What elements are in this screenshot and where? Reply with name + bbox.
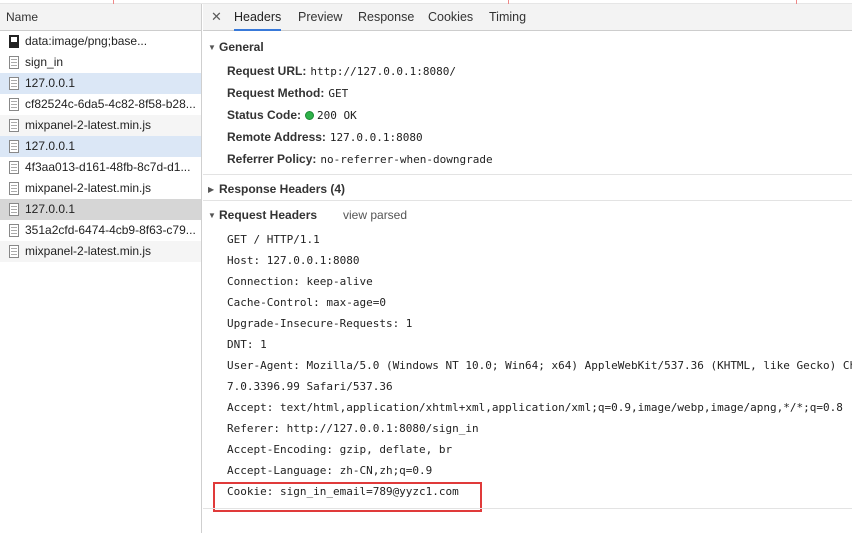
request-list-item[interactable]: cf82524c-6da5-4c82-8f58-b28... — [0, 94, 201, 115]
close-icon[interactable]: ✕ — [211, 10, 222, 24]
request-list-panel: Name data:image/png;base... sign_in 127.0.… — [0, 4, 202, 533]
request-list-item[interactable]: mixpanel-2-latest.min.js — [0, 115, 201, 136]
collapsed-triangle-icon: ▶ — [208, 185, 215, 194]
document-file-icon — [9, 56, 19, 69]
document-file-icon — [9, 77, 19, 90]
request-details-panel: ✕ Headers Preview Response Cookies Timin… — [203, 4, 852, 533]
request-method-value: GET — [328, 87, 349, 100]
request-header-line: User-Agent: Mozilla/5.0 (Windows NT 10.0… — [227, 359, 852, 372]
document-file-icon — [9, 245, 19, 258]
request-header-line: Host: 127.0.0.1:8080 — [227, 254, 360, 267]
expanded-triangle-icon: ▼ — [208, 43, 216, 52]
request-list-item[interactable]: mixpanel-2-latest.min.js — [0, 241, 201, 262]
section-divider — [203, 174, 852, 175]
referrer-policy-label: Referrer Policy: — [227, 152, 317, 166]
request-name: data:image/png;base... — [25, 34, 148, 48]
expanded-triangle-icon: ▼ — [208, 211, 216, 220]
request-list-item[interactable]: sign_in — [0, 52, 201, 73]
request-url-label: Request URL: — [227, 64, 307, 78]
request-list-item[interactable]: 127.0.0.1 — [0, 199, 201, 220]
request-header-line: 7.0.3396.99 Safari/537.36 — [227, 380, 393, 393]
tab-cookies[interactable]: Cookies — [428, 4, 473, 31]
request-name: cf82524c-6da5-4c82-8f58-b28... — [25, 97, 196, 111]
document-file-icon — [9, 203, 19, 216]
request-header-line: Accept: text/html,application/xhtml+xml,… — [227, 401, 843, 414]
referrer-policy-value: no-referrer-when-downgrade — [320, 153, 493, 166]
view-parsed-link[interactable]: view parsed — [343, 208, 407, 222]
request-header-line: GET / HTTP/1.1 — [227, 233, 320, 246]
request-name: mixpanel-2-latest.min.js — [25, 244, 152, 258]
request-url-row: Request URL: http://127.0.0.1:8080/ — [227, 64, 456, 78]
request-headers-title: Request Headers — [219, 208, 318, 222]
request-header-line: Accept-Language: zh-CN,zh;q=0.9 — [227, 464, 433, 477]
request-list-item[interactable]: mixpanel-2-latest.min.js — [0, 178, 201, 199]
remote-address-value: 127.0.0.1:8080 — [329, 131, 423, 144]
referrer-policy-row: Referrer Policy: no-referrer-when-downgra… — [227, 152, 493, 166]
image-file-icon — [9, 35, 19, 48]
document-file-icon — [9, 140, 19, 153]
request-name: mixpanel-2-latest.min.js — [25, 118, 152, 132]
request-list-item[interactable]: data:image/png;base... — [0, 31, 201, 52]
request-header-line: Referer: http://127.0.0.1:8080/sign_in — [227, 422, 479, 435]
request-list-item[interactable]: 127.0.0.1 — [0, 73, 201, 94]
status-code-value: 200 OK — [317, 109, 357, 122]
request-name: 127.0.0.1 — [25, 76, 76, 90]
request-list-item[interactable]: 351a2cfd-6474-4cb9-8f63-c79... — [0, 220, 201, 241]
tab-preview[interactable]: Preview — [298, 4, 342, 31]
request-header-line: Cache-Control: max-age=0 — [227, 296, 386, 309]
section-divider — [203, 508, 852, 509]
section-divider — [203, 200, 852, 201]
request-list: data:image/png;base... sign_in 127.0.0.1 cf… — [0, 31, 201, 262]
request-url-value: http://127.0.0.1:8080/ — [310, 65, 457, 78]
request-header-line: Upgrade-Insecure-Requests: 1 — [227, 317, 413, 330]
request-name: 127.0.0.1 — [25, 202, 76, 216]
name-column-header[interactable]: Name — [0, 4, 201, 31]
request-header-line: Connection: keep-alive — [227, 275, 373, 288]
request-name: 351a2cfd-6474-4cb9-8f63-c79... — [25, 223, 196, 237]
status-ok-icon — [305, 111, 315, 120]
status-code-row: Status Code: 200 OK — [227, 108, 357, 122]
document-file-icon — [9, 161, 19, 174]
request-header-line: DNT: 1 — [227, 338, 267, 351]
general-section-title: General — [219, 40, 264, 54]
request-name: 127.0.0.1 — [25, 139, 76, 153]
tab-timing[interactable]: Timing — [489, 4, 526, 31]
request-method-row: Request Method: GET — [227, 86, 348, 100]
response-headers-title: Response Headers (4) — [219, 182, 346, 196]
request-name: sign_in — [25, 55, 64, 69]
document-file-icon — [9, 182, 19, 195]
tab-headers[interactable]: Headers — [234, 4, 282, 31]
document-file-icon — [9, 224, 19, 237]
remote-address-label: Remote Address: — [227, 130, 326, 144]
request-list-item[interactable]: 127.0.0.1 — [0, 136, 201, 157]
request-headers-toggle[interactable]: ▼ Request Headers — [208, 208, 317, 222]
request-name: 4f3aa013-d161-48fb-8c7d-d1... — [25, 160, 191, 174]
document-file-icon — [9, 119, 19, 132]
request-method-label: Request Method: — [227, 86, 325, 100]
tab-response[interactable]: Response — [358, 4, 414, 31]
status-code-label: Status Code: — [227, 108, 302, 122]
request-list-item[interactable]: 4f3aa013-d161-48fb-8c7d-d1... — [0, 157, 201, 178]
remote-address-row: Remote Address: 127.0.0.1:8080 — [227, 130, 423, 144]
document-file-icon — [9, 98, 19, 111]
response-headers-toggle[interactable]: ▶ Response Headers (4) — [208, 182, 345, 196]
request-name: mixpanel-2-latest.min.js — [25, 181, 152, 195]
request-header-line: Accept-Encoding: gzip, deflate, br — [227, 443, 453, 456]
general-section-toggle[interactable]: ▼ General — [208, 40, 264, 54]
details-tab-bar: ✕ Headers Preview Response Cookies Timin… — [203, 4, 852, 31]
